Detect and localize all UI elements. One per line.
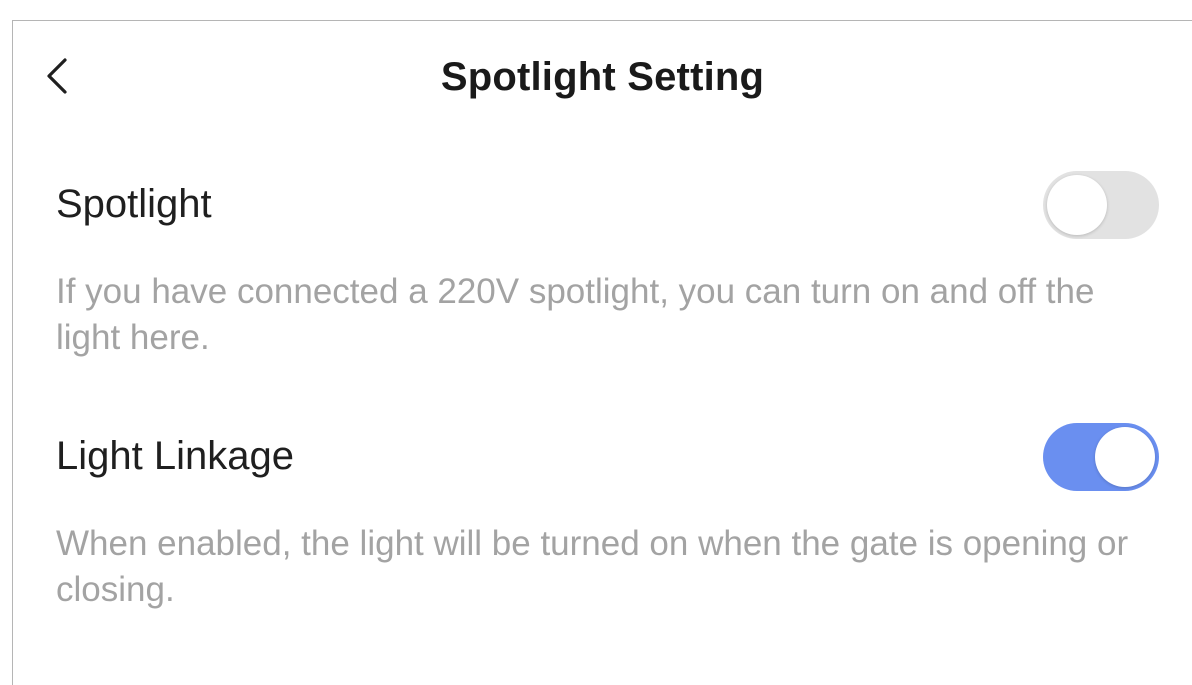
settings-screen: Spotlight Setting Spotlight If you have … (12, 20, 1192, 685)
page-title: Spotlight Setting (440, 55, 765, 99)
light-linkage-toggle[interactable] (1043, 423, 1159, 491)
navigation-bar: Spotlight Setting (13, 21, 1192, 131)
light-linkage-label: Light Linkage (56, 434, 294, 478)
spotlight-description: If you have connected a 220V spotlight, … (56, 272, 1095, 357)
toggle-knob (1095, 427, 1155, 487)
light-linkage-description: When enabled, the light will be turned o… (56, 524, 1129, 609)
spotlight-label: Spotlight (56, 182, 212, 226)
spotlight-toggle[interactable] (1043, 171, 1159, 239)
toggle-knob (1047, 175, 1107, 235)
